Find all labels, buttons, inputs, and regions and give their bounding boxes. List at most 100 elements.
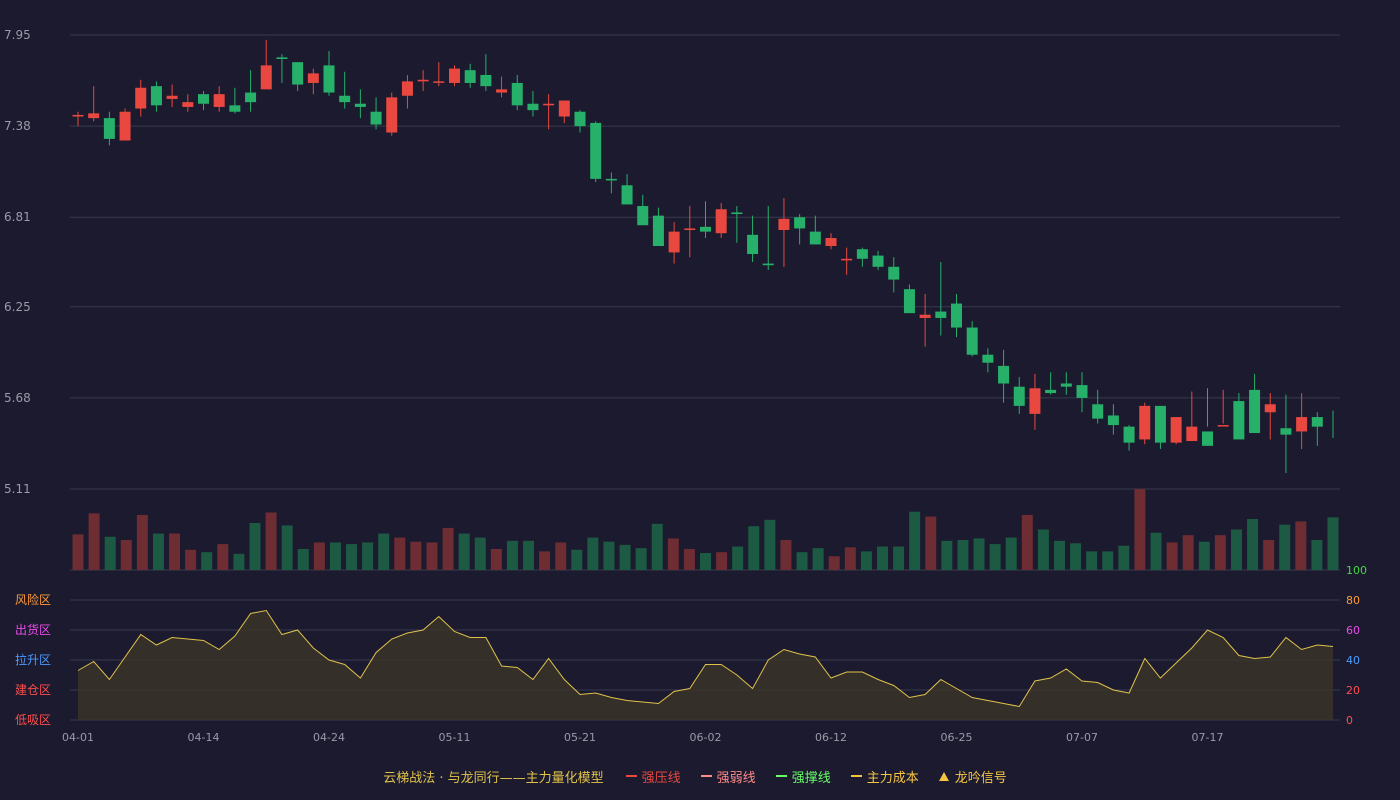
candle-body — [417, 79, 429, 82]
legend-item-strong-pressure[interactable]: 强压线 — [625, 767, 681, 786]
candle-body — [966, 327, 978, 355]
volume-bar — [1005, 537, 1017, 570]
candle-body — [182, 102, 194, 107]
chart-legend: 云梯战法 · 与龙同行——主力量化模型 强压线 强弱线 强撑线 主力成本 龙吟信… — [0, 762, 1400, 790]
candlestick — [543, 94, 555, 130]
volume-bar — [265, 512, 277, 570]
candle-body — [88, 113, 100, 119]
candle-body — [1060, 383, 1072, 387]
candle-body — [700, 226, 711, 232]
x-tick-label: 04-01 — [62, 731, 94, 744]
volume-bar — [201, 552, 213, 570]
candle-body — [951, 303, 962, 328]
candle-body — [1076, 385, 1088, 398]
candle-body — [1233, 401, 1245, 440]
volume-bar — [329, 542, 341, 570]
x-tick-label: 06-12 — [815, 731, 847, 744]
candlestick — [762, 206, 774, 270]
volume-bar — [1166, 542, 1178, 570]
candle-body — [307, 73, 319, 83]
axes: 5.11 5.68 6.25 6.81 7.38 7.95 0 20 40 60 80 100 低吸区 建… — [4, 28, 1367, 744]
candle-body — [1123, 426, 1135, 443]
volume-bar — [1182, 535, 1194, 570]
volume-bar — [410, 541, 422, 570]
volume-bar — [860, 551, 872, 570]
volume-bar — [1263, 540, 1275, 570]
candle-body — [982, 354, 994, 363]
volume-bar — [828, 556, 840, 570]
x-tick-label: 04-24 — [313, 731, 345, 744]
candlestick — [370, 97, 382, 130]
candle-body — [260, 65, 272, 90]
volume-bar — [104, 536, 116, 570]
volume-bar — [732, 546, 744, 570]
volume-bar — [957, 540, 969, 570]
candle-body — [731, 212, 743, 215]
candlestick — [198, 90, 209, 111]
legend-item-dragon-signal[interactable]: 龙吟信号 — [938, 767, 1007, 786]
volume-bar — [1311, 540, 1323, 570]
candle-body — [103, 118, 115, 139]
candle-body — [590, 122, 602, 179]
candlestick — [1249, 373, 1261, 434]
volume-bar — [1150, 532, 1162, 570]
volume-bar — [635, 548, 647, 570]
volume-bar — [394, 537, 406, 570]
candle-body — [1170, 417, 1182, 443]
candlestick — [1123, 425, 1135, 451]
candlestick — [668, 222, 680, 264]
candlestick — [307, 68, 319, 95]
candle-body — [464, 70, 476, 83]
legend-item-main-cost[interactable]: 主力成本 — [850, 767, 919, 786]
candle-body — [715, 209, 727, 234]
candlestick — [935, 262, 947, 336]
candle-body — [1296, 417, 1308, 432]
candle-body — [935, 311, 947, 318]
candlesticks — [72, 39, 1334, 474]
candlestick — [103, 111, 115, 146]
candlestick — [872, 250, 884, 270]
candlestick — [684, 206, 696, 258]
volume-bar — [587, 537, 599, 570]
x-tick-label: 04-14 — [188, 731, 220, 744]
legend-label: 龙吟信号 — [954, 770, 1007, 786]
volume-bar — [233, 553, 245, 570]
legend-item-strong-support[interactable]: 强撑线 — [775, 767, 831, 786]
candlestick — [1264, 393, 1276, 440]
volume-bar — [1230, 529, 1242, 570]
candlestick — [652, 207, 664, 247]
candle-body — [778, 218, 790, 231]
candle-body — [292, 62, 304, 85]
candle-body — [72, 114, 84, 117]
candlestick — [637, 194, 649, 226]
candle-body — [1202, 431, 1213, 446]
candlestick — [700, 201, 711, 239]
candlestick — [1170, 417, 1182, 445]
candlestick — [1060, 372, 1072, 395]
candlestick — [1029, 373, 1041, 430]
volume-bar — [88, 513, 100, 570]
strong-pressure-swatch — [625, 775, 637, 777]
volume-bar — [1037, 529, 1049, 570]
candlestick — [72, 111, 84, 127]
candle-body — [872, 255, 884, 267]
candle-body — [903, 289, 915, 314]
legend-item-strength-line[interactable]: 强弱线 — [700, 767, 756, 786]
candlestick — [590, 121, 602, 183]
candlestick — [323, 50, 335, 96]
volume-bar — [249, 523, 261, 570]
volume-bar — [748, 526, 760, 570]
price-tick-label: 7.95 — [4, 28, 31, 42]
volume-bar — [1102, 551, 1114, 570]
candlestick — [213, 86, 225, 112]
legend-label: 强撑线 — [791, 770, 831, 786]
candlestick — [605, 172, 617, 194]
volume-bar — [1279, 524, 1291, 570]
x-tick-label: 06-25 — [941, 731, 973, 744]
candle-body — [652, 215, 664, 247]
candle-body — [433, 81, 445, 83]
candle-body — [856, 249, 868, 259]
strength-line-swatch — [700, 775, 712, 777]
candlestick — [982, 348, 994, 373]
candle-body — [1280, 428, 1292, 435]
